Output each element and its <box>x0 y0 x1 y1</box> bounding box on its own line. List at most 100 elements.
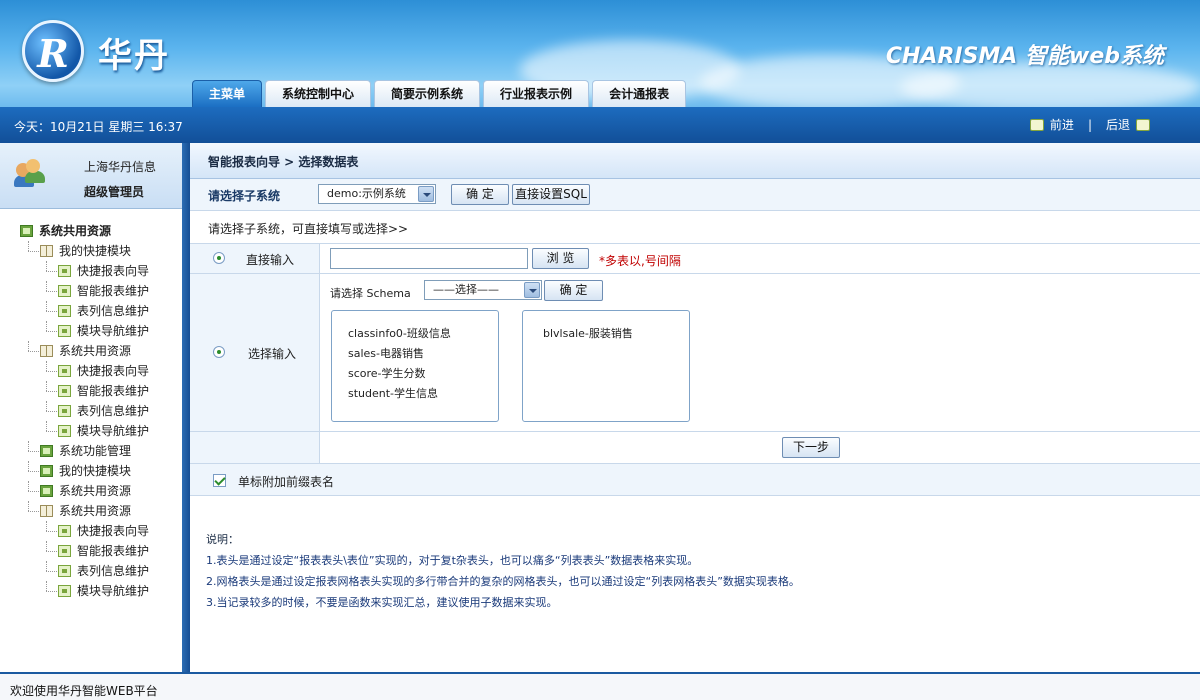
tab-main-menu[interactable]: 主菜单 <box>192 80 263 107</box>
notes-title: 说明： <box>206 533 239 546</box>
tree-item[interactable]: 系统共用资源 <box>0 221 182 241</box>
leaf-icon <box>58 265 71 277</box>
subsystem-label: 请选择子系统 <box>208 189 281 203</box>
note-item: 1.表头是通过设定“报表表头\表位”实现的，对于复t杂表头，也可以痛多“列表表头… <box>206 554 699 567</box>
direct-input-label: 直接输入 <box>246 253 295 267</box>
tree-item[interactable]: 快捷报表向导 <box>0 361 182 381</box>
history-nav: 前进 | 后退 <box>1024 116 1156 133</box>
tree-connector <box>46 581 47 591</box>
date-bar: 今天：10月21日 星期三 16:37 前进 | 后退 <box>0 107 1200 143</box>
folder-green-icon <box>20 225 33 237</box>
tree-item[interactable]: 系统共用资源 <box>0 481 182 501</box>
sidebar: 上海华丹信息 超级管理员 系统共用资源 我的快捷模块 快捷报表向导 智能报表维护 表列信… <box>0 143 182 672</box>
tree-item[interactable]: 系统共用资源 <box>0 501 182 521</box>
direct-input-radio[interactable] <box>213 252 225 264</box>
schema-confirm-button[interactable]: 确 定 <box>544 280 603 301</box>
tree-connector <box>28 251 39 252</box>
app-header: R 华丹 CHARISMA 智能web系统 主菜单 系统控制中心 简要示例系统 … <box>0 0 1200 107</box>
tree-item-label: 模块导航维护 <box>77 324 150 338</box>
prefix-checkbox[interactable] <box>213 474 226 487</box>
select-input-row: 选择输入 请选择 Schema ——选择—— 确 定 classinfo0-班级… <box>190 274 1200 432</box>
tree-connector <box>46 551 57 552</box>
tree-item[interactable]: 快捷报表向导 <box>0 521 182 541</box>
tree-item-label: 系统共用资源 <box>59 504 132 518</box>
tree-item[interactable]: 智能报表维护 <box>0 381 182 401</box>
tree-connector <box>28 341 29 351</box>
tree-item-label: 系统功能管理 <box>59 444 132 458</box>
tree-item-label: 我的快捷模块 <box>59 244 132 258</box>
folder-green-icon <box>40 445 53 457</box>
tree-item-label: 表列信息维护 <box>77 304 150 318</box>
schema-select[interactable]: ——选择—— <box>424 280 542 300</box>
tree-connector <box>46 261 47 271</box>
tree-connector <box>28 481 29 491</box>
tab-accounting-report[interactable]: 会计通报表 <box>592 80 687 107</box>
folder-green-icon <box>40 465 53 477</box>
tree-item[interactable]: 系统功能管理 <box>0 441 182 461</box>
forward-link[interactable]: 前进 <box>1050 116 1074 133</box>
prefix-checkbox-label: 单标附加前缀表名 <box>238 475 335 489</box>
input-table: 直接输入 浏 览 *多表以,号间隔 选择输入 请选择 Schema ——选择——… <box>190 243 1200 496</box>
tree-connector <box>28 351 39 352</box>
subsystem-select[interactable]: demo:示例系统 <box>318 184 436 204</box>
tree-item[interactable]: 我的快捷模块 <box>0 241 182 261</box>
tree-item-label: 系统共用资源 <box>39 224 112 238</box>
users-icon <box>14 159 46 189</box>
tree-item[interactable]: 系统共用资源 <box>0 341 182 361</box>
browse-button[interactable]: 浏 览 <box>532 248 589 269</box>
status-bar: 欢迎使用华丹智能WEB平台 <box>0 672 1200 700</box>
select-input-label: 选择输入 <box>248 347 297 361</box>
tree-item[interactable]: 表列信息维护 <box>0 561 182 581</box>
tree-item[interactable]: 智能报表维护 <box>0 541 182 561</box>
table-list-right: blvlsale-服装销售 <box>522 310 690 422</box>
table-option[interactable]: sales-电器销售 <box>348 345 424 361</box>
breadcrumb: 智能报表向导 > 选择数据表 <box>208 155 359 169</box>
tab-industry-report[interactable]: 行业报表示例 <box>483 80 590 107</box>
tree-item[interactable]: 我的快捷模块 <box>0 461 182 481</box>
tab-simple-demo[interactable]: 简要示例系统 <box>374 80 481 107</box>
leaf-icon <box>58 565 71 577</box>
forward-icon[interactable] <box>1029 118 1044 131</box>
tree-connector <box>46 371 57 372</box>
user-box: 上海华丹信息 超级管理员 <box>0 143 182 209</box>
subsystem-row: 请选择子系统 demo:示例系统 确 定 直接设置SQL <box>190 179 1200 211</box>
tree-connector <box>28 451 39 452</box>
tree-connector <box>46 521 47 531</box>
table-option[interactable]: classinfo0-班级信息 <box>348 325 451 341</box>
next-step-button[interactable]: 下一步 <box>782 437 840 458</box>
tree-connector <box>28 471 39 472</box>
tree-item[interactable]: 模块导航维护 <box>0 421 182 441</box>
main-tabs: 主菜单 系统控制中心 简要示例系统 行业报表示例 会计通报表 <box>192 80 689 107</box>
welcome-text: 欢迎使用华丹智能WEB平台 <box>10 684 158 698</box>
tree-connector <box>46 281 47 291</box>
tree-item-label: 快捷报表向导 <box>77 364 150 378</box>
tree-connector <box>46 591 57 592</box>
tree-connector <box>46 531 57 532</box>
tab-system-control[interactable]: 系统控制中心 <box>265 80 372 107</box>
leaf-icon <box>58 325 71 337</box>
book-icon <box>40 505 53 517</box>
table-option[interactable]: score-学生分数 <box>348 365 426 381</box>
table-name-input[interactable] <box>330 248 528 269</box>
tree-connector <box>46 291 57 292</box>
table-option[interactable]: blvlsale-服装销售 <box>543 325 633 341</box>
tree-connector <box>46 271 57 272</box>
back-link[interactable]: 后退 <box>1106 116 1130 133</box>
tree-connector <box>28 461 29 471</box>
tree-item-label: 智能报表维护 <box>77 544 150 558</box>
tree-item[interactable]: 模块导航维护 <box>0 321 182 341</box>
tree-item[interactable]: 智能报表维护 <box>0 281 182 301</box>
direct-sql-button[interactable]: 直接设置SQL <box>512 184 590 205</box>
next-row-label-cell <box>190 432 320 463</box>
back-icon[interactable] <box>1136 118 1150 131</box>
chevron-down-icon <box>418 186 434 202</box>
leaf-icon <box>58 525 71 537</box>
confirm-button[interactable]: 确 定 <box>451 184 509 205</box>
select-input-radio[interactable] <box>213 346 225 358</box>
table-option[interactable]: student-学生信息 <box>348 385 438 401</box>
tree-item[interactable]: 表列信息维护 <box>0 301 182 321</box>
main-content: 智能报表向导 > 选择数据表 请选择子系统 demo:示例系统 确 定 直接设置… <box>190 143 1200 672</box>
tree-item[interactable]: 快捷报表向导 <box>0 261 182 281</box>
tree-item[interactable]: 表列信息维护 <box>0 401 182 421</box>
tree-item[interactable]: 模块导航维护 <box>0 581 182 601</box>
